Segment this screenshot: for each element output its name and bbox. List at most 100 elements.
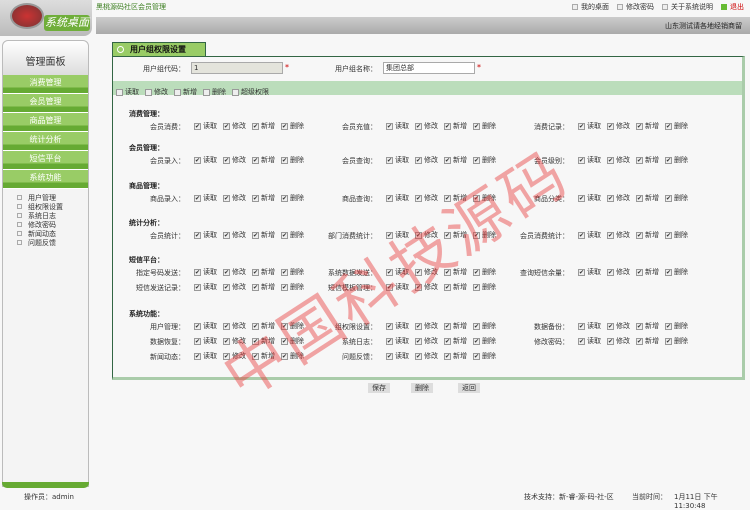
permission-option[interactable]: ✔ 修改	[415, 121, 438, 131]
permission-option[interactable]: ✔ 新增	[252, 121, 275, 131]
checkbox-checked[interactable]: ✔	[473, 122, 480, 130]
checkbox-checked[interactable]: ✔	[444, 352, 451, 360]
checkbox-checked[interactable]: ✔	[636, 194, 643, 202]
permission-option[interactable]: ✔ 删除	[281, 321, 304, 331]
sidebar-item[interactable]: 短信平台	[3, 151, 88, 170]
checkbox-checked[interactable]: ✔	[665, 231, 672, 239]
delete-button[interactable]: 删除	[411, 383, 433, 393]
checkbox-checked[interactable]: ✔	[194, 337, 201, 345]
checkbox-checked[interactable]: ✔	[636, 156, 643, 164]
permission-option[interactable]: ✔ 删除	[473, 155, 496, 165]
permission-option[interactable]: ✔ 修改	[607, 193, 630, 203]
checkbox-checked[interactable]: ✔	[252, 337, 259, 345]
checkbox-checked[interactable]: ✔	[194, 322, 201, 330]
checkbox-checked[interactable]: ✔	[223, 156, 230, 164]
checkbox-checked[interactable]: ✔	[607, 156, 614, 164]
permission-option[interactable]: ✔ 读取	[578, 155, 601, 165]
permission-option[interactable]: ✔ 读取	[194, 321, 217, 331]
checkbox-checked[interactable]: ✔	[578, 337, 585, 345]
checkbox-checked[interactable]: ✔	[473, 352, 480, 360]
permission-option[interactable]: ✔ 删除	[473, 282, 496, 292]
checkbox[interactable]	[174, 88, 181, 96]
checkbox[interactable]	[145, 88, 152, 96]
permission-option[interactable]: ✔ 删除	[473, 351, 496, 361]
checkbox-checked[interactable]: ✔	[665, 122, 672, 130]
checkbox-checked[interactable]: ✔	[281, 283, 288, 291]
checkbox-checked[interactable]: ✔	[473, 283, 480, 291]
checkbox-checked[interactable]: ✔	[415, 122, 422, 130]
group-name-input[interactable]: 集团总部	[383, 62, 475, 74]
checkbox-checked[interactable]: ✔	[636, 322, 643, 330]
permission-option[interactable]: ✔ 新增	[444, 282, 467, 292]
checkbox[interactable]	[116, 88, 123, 96]
about-link[interactable]: 关于系统说明	[662, 2, 713, 12]
permission-option[interactable]: ✔ 修改	[607, 230, 630, 240]
permission-option[interactable]: ✔ 删除	[473, 267, 496, 277]
permission-option[interactable]: ✔ 新增	[252, 230, 275, 240]
checkbox-checked[interactable]: ✔	[194, 352, 201, 360]
sidebar-subitem[interactable]: 修改密码	[17, 220, 88, 229]
permission-option[interactable]: ✔ 修改	[607, 267, 630, 277]
checkbox-checked[interactable]: ✔	[473, 268, 480, 276]
checkbox-checked[interactable]: ✔	[473, 337, 480, 345]
permission-option[interactable]: ✔ 新增	[444, 321, 467, 331]
checkbox-checked[interactable]: ✔	[607, 268, 614, 276]
checkbox-checked[interactable]: ✔	[252, 268, 259, 276]
permission-option[interactable]: ✔ 读取	[386, 155, 409, 165]
checkbox-checked[interactable]: ✔	[281, 268, 288, 276]
checkbox-checked[interactable]: ✔	[281, 231, 288, 239]
checkbox-checked[interactable]: ✔	[665, 337, 672, 345]
checkbox-checked[interactable]: ✔	[252, 322, 259, 330]
permission-option[interactable]: ✔ 新增	[252, 267, 275, 277]
permission-option[interactable]: ✔ 修改	[415, 155, 438, 165]
sidebar-subitem[interactable]: 新闻动态	[17, 229, 88, 238]
permission-option[interactable]: ✔ 删除	[665, 267, 688, 277]
checkbox-checked[interactable]: ✔	[636, 122, 643, 130]
checkbox-checked[interactable]: ✔	[252, 352, 259, 360]
permission-option[interactable]: ✔ 修改	[607, 321, 630, 331]
permission-option[interactable]: ✔ 新增	[444, 267, 467, 277]
select-all-option[interactable]: 超级权限	[232, 87, 269, 97]
permission-option[interactable]: ✔ 删除	[281, 121, 304, 131]
checkbox-checked[interactable]: ✔	[281, 352, 288, 360]
sidebar-item[interactable]: 会员管理	[3, 94, 88, 113]
checkbox-checked[interactable]: ✔	[252, 122, 259, 130]
permission-option[interactable]: ✔ 修改	[607, 155, 630, 165]
permission-option[interactable]: ✔ 修改	[415, 282, 438, 292]
permission-option[interactable]: ✔ 新增	[252, 321, 275, 331]
checkbox-checked[interactable]: ✔	[252, 194, 259, 202]
permission-option[interactable]: ✔ 读取	[578, 321, 601, 331]
permission-option[interactable]: ✔ 读取	[578, 193, 601, 203]
permission-option[interactable]: ✔ 新增	[636, 155, 659, 165]
permission-option[interactable]: ✔ 删除	[473, 321, 496, 331]
checkbox-checked[interactable]: ✔	[415, 156, 422, 164]
permission-option[interactable]: ✔ 删除	[665, 336, 688, 346]
sidebar-item[interactable]: 消费管理	[3, 75, 88, 94]
checkbox-checked[interactable]: ✔	[386, 122, 393, 130]
permission-option[interactable]: ✔ 删除	[665, 193, 688, 203]
checkbox-checked[interactable]: ✔	[386, 231, 393, 239]
checkbox-checked[interactable]: ✔	[607, 231, 614, 239]
group-code-input[interactable]: 1	[191, 62, 283, 74]
change-password-link[interactable]: 修改密码	[617, 2, 654, 12]
checkbox-checked[interactable]: ✔	[607, 194, 614, 202]
checkbox-checked[interactable]: ✔	[223, 352, 230, 360]
permission-option[interactable]: ✔ 读取	[578, 336, 601, 346]
permission-option[interactable]: ✔ 读取	[386, 193, 409, 203]
permission-option[interactable]: ✔ 删除	[281, 336, 304, 346]
permission-option[interactable]: ✔ 新增	[636, 336, 659, 346]
sidebar-item[interactable]: 统计分析	[3, 132, 88, 151]
checkbox-checked[interactable]: ✔	[415, 322, 422, 330]
permission-option[interactable]: ✔ 修改	[223, 267, 246, 277]
permission-option[interactable]: ✔ 删除	[665, 121, 688, 131]
checkbox-checked[interactable]: ✔	[386, 322, 393, 330]
checkbox-checked[interactable]: ✔	[473, 194, 480, 202]
checkbox-checked[interactable]: ✔	[415, 283, 422, 291]
permission-option[interactable]: ✔ 读取	[386, 351, 409, 361]
sidebar-subitem[interactable]: 用户管理	[17, 193, 88, 202]
permission-option[interactable]: ✔ 删除	[473, 230, 496, 240]
permission-option[interactable]: ✔ 修改	[607, 121, 630, 131]
checkbox-checked[interactable]: ✔	[281, 337, 288, 345]
checkbox-checked[interactable]: ✔	[415, 194, 422, 202]
permission-option[interactable]: ✔ 删除	[281, 155, 304, 165]
